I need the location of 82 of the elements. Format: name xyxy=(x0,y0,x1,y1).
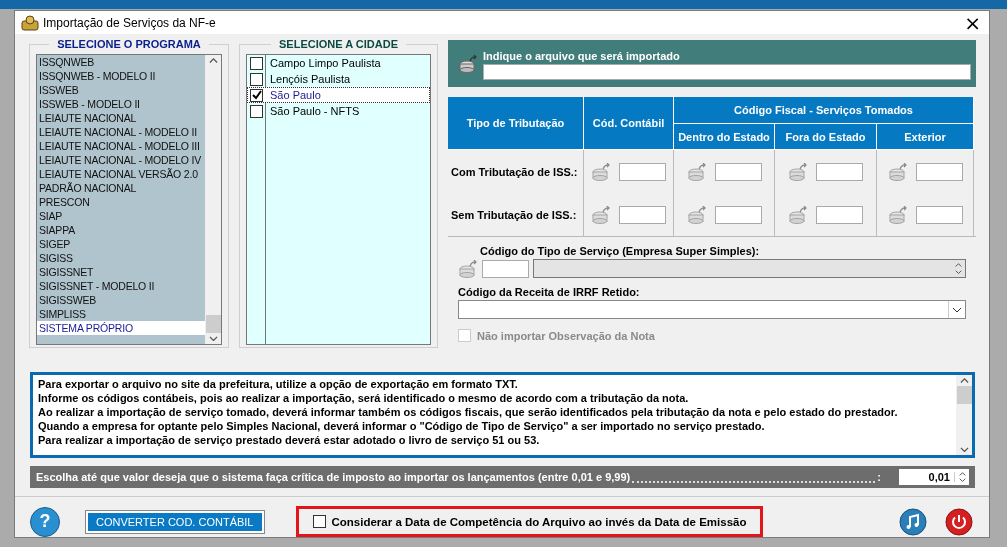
window-title: Importação de Serviços da NF-e xyxy=(43,15,216,30)
column-header: Tipo de Tributação xyxy=(448,97,584,150)
row-label: Com Tributação de ISS.: xyxy=(451,165,578,178)
checkbox-label: Considerar a Data de Competência do Arquivo ao invés da Data de Emissão xyxy=(331,515,747,528)
info-text: Ao realizar a importação de serviço tomado, deverá informar também os códigos fiscais, que serão identificados pela tributação da nota e pelo estado do prestador. xyxy=(38,405,899,419)
scroll-up-icon[interactable] xyxy=(959,378,969,384)
column-header: Cód. Contábil xyxy=(584,97,674,150)
program-item[interactable]: LEIAUTE NACIONAL - MODELO IV xyxy=(37,153,205,167)
threshold-label: Escolha até que valor deseja que o sistema faça crítica de imposto ao importar os lançamentos (entre 0,01 e 9,99) xyxy=(36,471,631,483)
scrollbar[interactable] xyxy=(956,375,972,455)
checkbox-label: Não importar Observação da Nota xyxy=(477,329,655,342)
column-header: Exterior xyxy=(877,124,974,150)
program-item[interactable]: SIMPLISS xyxy=(37,307,205,321)
program-item[interactable]: PRESCON xyxy=(37,195,205,209)
service-code-field[interactable] xyxy=(482,259,529,278)
scroll-up-icon[interactable] xyxy=(954,263,962,268)
program-item[interactable]: LEIAUTE NACIONAL - MODELO II xyxy=(37,125,205,139)
code-field[interactable] xyxy=(915,162,963,181)
code-field[interactable] xyxy=(816,205,863,224)
code-field[interactable] xyxy=(619,205,666,224)
close-button[interactable]: × xyxy=(956,12,989,33)
code-field[interactable] xyxy=(619,162,666,181)
row-label: Sem Tributação de ISS.: xyxy=(451,208,577,221)
info-text: Para realizar a importação de serviço prestado deverá estar adotado o livro de serviço 51 ou 53. xyxy=(38,433,541,447)
scroll-thumb[interactable] xyxy=(956,386,972,405)
field-label: Código da Receita de IRRF Retido: xyxy=(458,286,641,298)
separator-text: : xyxy=(877,471,881,483)
info-text: Para exportar o arquivo no site da prefeitura, utilize a opção de exportação em formato TXT. xyxy=(38,377,519,391)
program-item[interactable]: ISSWEB xyxy=(37,83,205,97)
program-item[interactable]: ISSQNWEB xyxy=(37,55,205,69)
program-item[interactable]: SIGISS xyxy=(37,251,205,265)
group-title: SELECIONE O PROGRAMA xyxy=(56,38,202,50)
program-item[interactable]: SIGEP xyxy=(37,237,205,251)
program-item[interactable]: SISTEMA PRÓPRIO xyxy=(37,321,205,335)
scrollbar[interactable] xyxy=(205,55,221,344)
info-text: Quando a empresa for optante pelo Simples Nacional, deverá informar o "Código de Tipo de Serviço" a ser importado no serviço prestado. xyxy=(38,419,766,433)
app-icon xyxy=(21,14,39,31)
city-item[interactable]: Lençóis Paulista xyxy=(270,73,351,85)
power-icon[interactable] xyxy=(945,507,973,536)
scroll-down-icon[interactable] xyxy=(958,478,966,483)
column-header: Fora do Estado xyxy=(775,124,877,150)
code-field[interactable] xyxy=(915,205,963,224)
program-item[interactable]: SIGISSWEB xyxy=(37,293,205,307)
checkbox[interactable] xyxy=(250,88,263,102)
help-button[interactable]: ? xyxy=(30,506,60,537)
checkbox[interactable] xyxy=(312,515,326,528)
code-field[interactable] xyxy=(714,162,762,181)
program-item[interactable]: LEIAUTE NACIONAL VERSÃO 2.0 xyxy=(37,167,205,181)
program-item[interactable]: ISSQNWEB - MODELO II xyxy=(37,69,205,83)
field-label: Código do Tipo de Serviço (Empresa Super Simples): xyxy=(480,245,761,257)
program-item[interactable]: SIGISSNET - MODELO II xyxy=(37,279,205,293)
scroll-thumb[interactable] xyxy=(205,314,221,333)
checkbox[interactable] xyxy=(250,72,263,86)
program-item[interactable]: SIAPPA xyxy=(37,223,205,237)
scroll-down-icon[interactable] xyxy=(208,335,218,341)
field-label: Indique o arquivo que será importado xyxy=(483,49,681,62)
city-item[interactable]: Campo Limpo Paulista xyxy=(270,57,381,69)
checkbox[interactable] xyxy=(250,56,263,70)
column-header: Dentro do Estado xyxy=(674,124,775,150)
program-item[interactable]: ISSWEB - MODELO II xyxy=(37,97,205,111)
code-field[interactable] xyxy=(714,205,762,224)
info-text: Informe os códigos contábeis, pois ao realizar a importação, será identificado o mesmo de acordo com a tributação da nota. xyxy=(38,391,690,405)
scroll-up-icon[interactable] xyxy=(958,471,966,476)
music-note-icon[interactable] xyxy=(899,507,927,536)
code-field[interactable] xyxy=(816,162,863,181)
scroll-down-icon[interactable] xyxy=(959,446,969,452)
city-item[interactable]: São Paulo - NFTS xyxy=(270,105,360,117)
program-item[interactable]: LEIAUTE NACIONAL xyxy=(37,111,205,125)
file-path-field[interactable] xyxy=(483,63,971,80)
program-item[interactable]: SIAP xyxy=(37,209,205,223)
program-item[interactable]: PADRÃO NACIONAL xyxy=(37,181,205,195)
group-title: SELECIONE A CIDADE xyxy=(278,38,399,50)
convert-button[interactable]: CONVERTER COD. CONTÁBIL xyxy=(86,510,264,533)
column-header: Código Fiscal - Serviços Tomados xyxy=(674,97,974,124)
import-icon[interactable] xyxy=(458,54,478,73)
program-item[interactable]: SIGISSNET xyxy=(37,265,205,279)
program-item[interactable]: LEIAUTE NACIONAL - MODELO III xyxy=(37,139,205,153)
checkbox[interactable] xyxy=(250,104,263,118)
threshold-spinner[interactable]: 0,01 xyxy=(899,469,969,485)
service-type-field[interactable] xyxy=(533,259,966,278)
scroll-up-icon[interactable] xyxy=(208,58,218,64)
scroll-down-icon[interactable] xyxy=(954,269,962,274)
